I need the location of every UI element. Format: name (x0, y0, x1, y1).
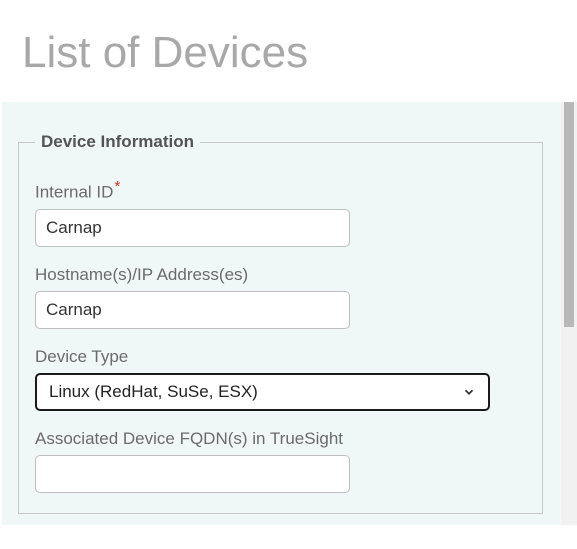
device-information-fieldset: Device Information Internal ID* Hostname… (18, 132, 543, 514)
field-hostnames: Hostname(s)/IP Address(es) (35, 265, 526, 329)
device-type-selected-text: Linux (RedHat, SuSe, ESX) (49, 382, 258, 402)
scrollbar-thumb[interactable] (564, 102, 574, 327)
internal-id-label: Internal ID* (35, 178, 526, 203)
hostnames-label: Hostname(s)/IP Address(es) (35, 265, 526, 285)
fqdn-label: Associated Device FQDN(s) in TrueSight (35, 429, 526, 449)
content-wrapper: Device Information Internal ID* Hostname… (0, 102, 577, 525)
scrollbar-track[interactable] (561, 102, 577, 525)
hostnames-input[interactable] (35, 291, 350, 329)
field-internal-id: Internal ID* (35, 178, 526, 247)
field-device-type: Device Type Linux (RedHat, SuSe, ESX) (35, 347, 526, 411)
chevron-down-icon (462, 385, 476, 399)
internal-id-input[interactable] (35, 209, 350, 247)
required-mark: * (114, 178, 120, 195)
left-divider (0, 102, 2, 525)
content-area: Device Information Internal ID* Hostname… (0, 102, 561, 525)
fieldset-legend: Device Information (35, 132, 200, 152)
field-fqdn: Associated Device FQDN(s) in TrueSight (35, 429, 526, 493)
fqdn-input[interactable] (35, 455, 350, 493)
device-type-select[interactable]: Linux (RedHat, SuSe, ESX) (35, 373, 490, 411)
internal-id-label-text: Internal ID (35, 183, 113, 202)
device-type-label: Device Type (35, 347, 526, 367)
page-title: List of Devices (0, 0, 577, 102)
